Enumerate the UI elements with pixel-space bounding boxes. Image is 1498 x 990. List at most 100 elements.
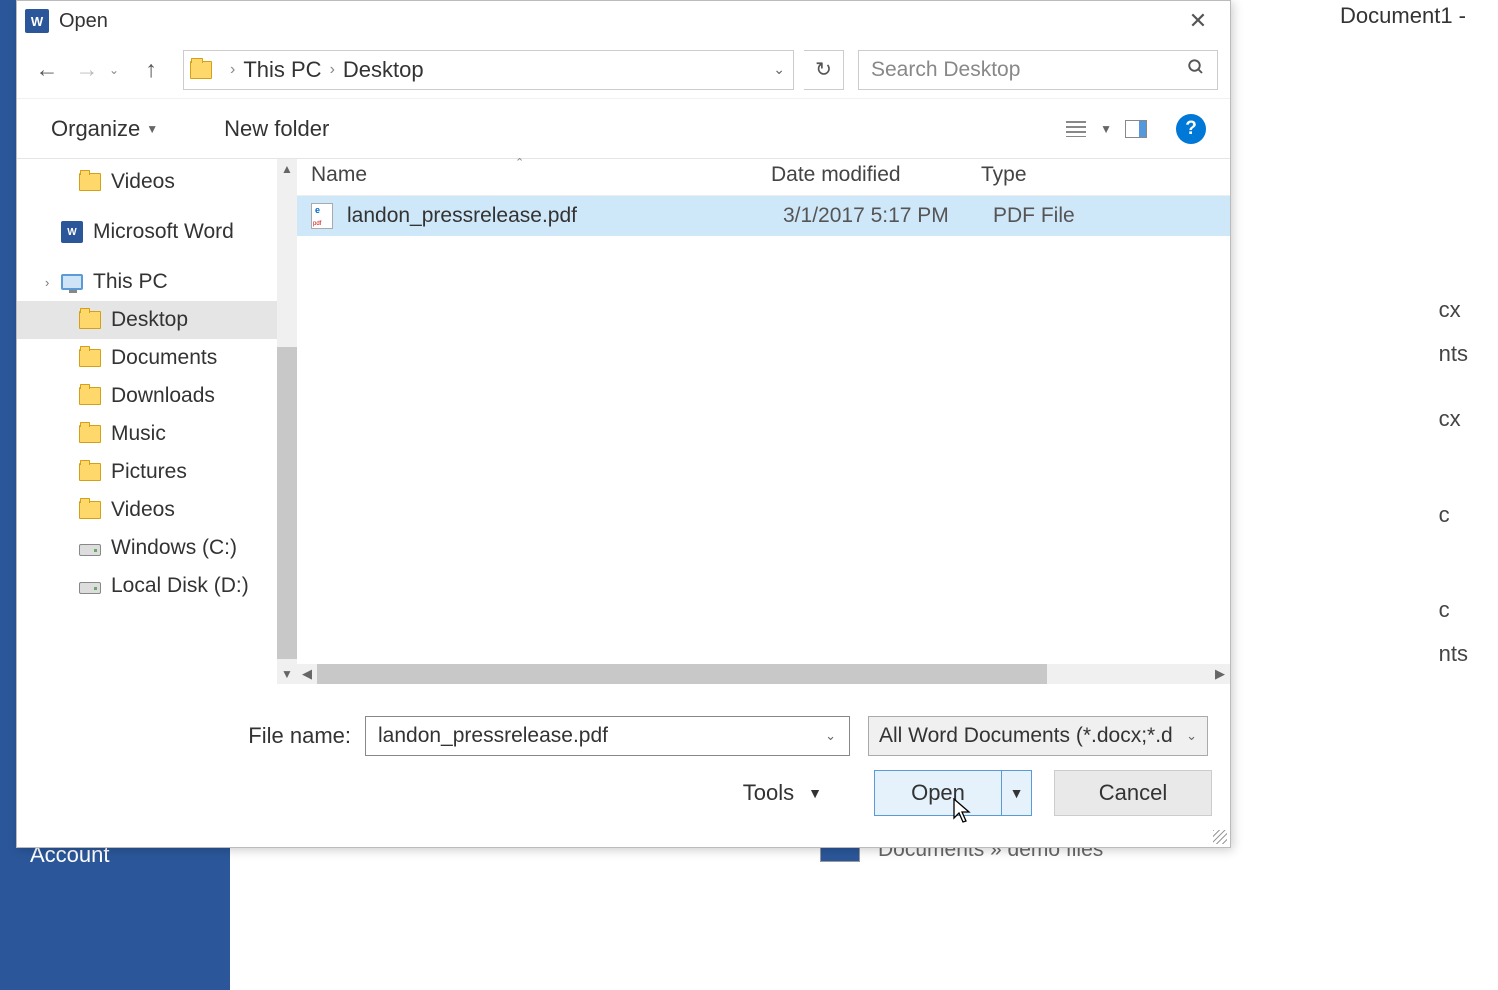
filename-input[interactable]: [365, 716, 850, 756]
folder-icon: [79, 425, 101, 443]
dialog-toolbar: Organize▼ New folder ▼ ?: [17, 99, 1230, 159]
recent-line: cx: [1439, 399, 1468, 439]
preview-pane-button[interactable]: [1116, 113, 1156, 145]
tree-item-music[interactable]: Music: [17, 415, 297, 453]
up-button[interactable]: ↑: [133, 52, 169, 88]
chevron-icon[interactable]: ›: [45, 275, 49, 290]
h-scroll-thumb[interactable]: [317, 664, 1047, 684]
file-type: PDF File: [993, 204, 1173, 228]
dialog-titlebar: W Open ✕: [17, 1, 1230, 41]
folder-icon: [79, 463, 101, 481]
word-app-icon: W: [25, 9, 49, 33]
horizontal-scrollbar[interactable]: ◀ ▶: [297, 664, 1230, 684]
folder-icon: [79, 387, 101, 405]
folder-icon: [79, 311, 101, 329]
sort-indicator-icon: ⌃: [515, 156, 524, 169]
tree-item-videos[interactable]: Videos: [17, 491, 297, 529]
tree-item-label: Music: [111, 422, 166, 446]
scroll-down-icon[interactable]: ▼: [277, 664, 297, 684]
column-name-header[interactable]: Name: [311, 163, 771, 187]
tree-item-this-pc[interactable]: ›This PC: [17, 263, 297, 301]
tree-item-label: Downloads: [111, 384, 215, 408]
chevron-down-icon: ⌄: [1186, 728, 1197, 744]
navigation-tree: Videos W Microsoft Word ›This PC Desktop Docu…: [17, 159, 297, 684]
breadcrumb-sep: ›: [230, 61, 235, 79]
column-type-header[interactable]: Type: [981, 163, 1161, 187]
organize-menu[interactable]: Organize▼: [41, 110, 168, 148]
breadcrumb-sep: ›: [330, 61, 335, 79]
file-list-pane: ⌃ Name Date modified Type landon_pressre…: [297, 159, 1230, 684]
address-bar[interactable]: › This PC › Desktop ⌄: [183, 50, 794, 90]
refresh-button[interactable]: ↻: [804, 50, 844, 90]
cancel-button[interactable]: Cancel: [1054, 770, 1212, 816]
tree-item-label: Documents: [111, 346, 217, 370]
pdf-file-icon: [311, 203, 333, 229]
recent-line: cx: [1439, 290, 1468, 330]
tree-item-label: Desktop: [111, 308, 188, 332]
open-dropdown-button[interactable]: ▼: [1001, 771, 1031, 815]
breadcrumb-desktop[interactable]: Desktop: [343, 57, 424, 83]
column-date-header[interactable]: Date modified: [771, 163, 981, 187]
word-icon: W: [61, 221, 83, 243]
tree-item-videos[interactable]: Videos: [17, 163, 297, 201]
view-list-button[interactable]: [1056, 113, 1096, 145]
folder-icon: [79, 501, 101, 519]
scroll-thumb[interactable]: [277, 347, 297, 659]
folder-icon: [79, 349, 101, 367]
recent-documents-partial: cx nts cx c c nts: [1439, 290, 1468, 674]
folder-icon: [190, 61, 212, 79]
filetype-select[interactable]: All Word Documents (*.docx;*.d ⌄: [868, 716, 1208, 756]
tree-item-downloads[interactable]: Downloads: [17, 377, 297, 415]
back-button[interactable]: ←: [29, 52, 65, 88]
resize-grip[interactable]: [1213, 830, 1227, 844]
forward-button[interactable]: →: [69, 52, 105, 88]
search-icon[interactable]: [1187, 58, 1205, 81]
file-name: landon_pressrelease.pdf: [347, 204, 783, 228]
new-folder-button[interactable]: New folder: [214, 110, 339, 148]
file-date: 3/1/2017 5:17 PM: [783, 204, 993, 228]
filename-label: File name:: [35, 723, 365, 749]
recent-line: nts: [1439, 634, 1468, 674]
filename-dropdown-icon[interactable]: ⌄: [825, 728, 836, 744]
tree-scrollbar[interactable]: ▲ ▼: [277, 159, 297, 684]
open-button-split: Open ▼: [874, 770, 1032, 816]
view-dropdown-icon[interactable]: ▼: [1100, 122, 1112, 136]
open-file-dialog: W Open ✕ ← → ⌄ ↑ › This PC › Desktop ⌄ ↻…: [16, 0, 1231, 848]
close-button[interactable]: ✕: [1178, 6, 1222, 36]
word-window-title: Document1 -: [1340, 3, 1466, 29]
tree-item-label: Local Disk (D:): [111, 574, 249, 598]
drive-icon: [79, 582, 101, 594]
history-dropdown[interactable]: ⌄: [109, 63, 129, 77]
column-headers: ⌃ Name Date modified Type: [297, 159, 1230, 196]
recent-line: c: [1439, 590, 1468, 630]
dialog-title: Open: [59, 10, 108, 33]
main-content-area: Videos W Microsoft Word ›This PC Desktop Docu…: [17, 159, 1230, 684]
drive-icon: [79, 544, 101, 556]
tree-item-microsoft-word[interactable]: W Microsoft Word: [17, 213, 297, 251]
tree-item-label: Microsoft Word: [93, 220, 234, 244]
search-placeholder: Search Desktop: [871, 58, 1020, 82]
search-input[interactable]: Search Desktop: [858, 50, 1218, 90]
help-button[interactable]: ?: [1176, 114, 1206, 144]
tree-item-windows-c-[interactable]: Windows (C:): [17, 529, 297, 567]
tree-item-label: Pictures: [111, 460, 187, 484]
open-button[interactable]: Open: [875, 771, 1001, 815]
tree-item-local-disk-d-[interactable]: Local Disk (D:): [17, 567, 297, 605]
file-row[interactable]: landon_pressrelease.pdf3/1/2017 5:17 PMP…: [297, 196, 1230, 236]
breadcrumb-this-pc[interactable]: This PC: [243, 57, 321, 83]
tree-item-desktop[interactable]: Desktop: [17, 301, 297, 339]
scroll-up-icon[interactable]: ▲: [277, 159, 297, 179]
tree-item-label: Videos: [111, 170, 175, 194]
tree-item-pictures[interactable]: Pictures: [17, 453, 297, 491]
tree-item-label: Windows (C:): [111, 536, 237, 560]
tools-menu[interactable]: Tools▼: [743, 780, 822, 806]
tree-item-label: Videos: [111, 498, 175, 522]
scroll-right-icon[interactable]: ▶: [1210, 666, 1230, 682]
tree-item-documents[interactable]: Documents: [17, 339, 297, 377]
scroll-left-icon[interactable]: ◀: [297, 666, 317, 682]
preview-pane-icon: [1125, 120, 1147, 138]
recent-line: c: [1439, 495, 1468, 535]
dialog-footer: File name: ⌄ All Word Documents (*.docx;…: [17, 684, 1230, 832]
address-dropdown-icon[interactable]: ⌄: [773, 61, 785, 78]
folder-icon: [79, 173, 101, 191]
